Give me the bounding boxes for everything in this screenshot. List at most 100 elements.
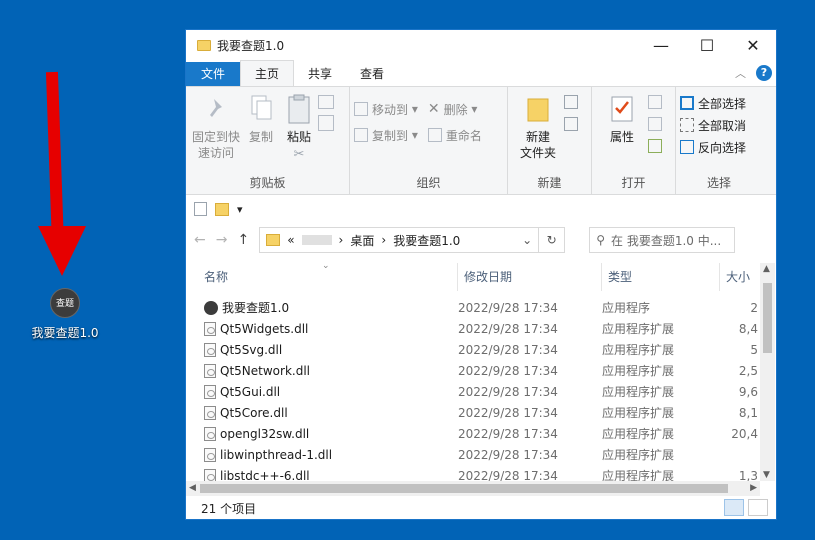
move-to-label: 移动到 bbox=[372, 102, 409, 117]
search-placeholder: 在 我要查题1.0 中... bbox=[611, 233, 722, 248]
horizontal-scrollbar[interactable]: ◀ ▶ bbox=[186, 481, 760, 496]
properties-qat-icon[interactable] bbox=[194, 202, 207, 216]
collapse-ribbon-icon[interactable]: ︿ bbox=[735, 65, 746, 81]
invert-selection-label: 反向选择 bbox=[698, 140, 747, 155]
file-row[interactable]: Qt5Svg.dll 2022/9/28 17:34 应用程序扩展 5 bbox=[186, 339, 776, 360]
scroll-left-icon[interactable]: ◀ bbox=[189, 483, 196, 493]
file-type: 应用程序扩展 bbox=[602, 364, 675, 378]
item-count: 21 个项目 bbox=[201, 501, 257, 516]
details-view-button[interactable] bbox=[724, 499, 744, 516]
open-icon[interactable] bbox=[648, 95, 662, 109]
group-label-organize: 组织 bbox=[416, 176, 441, 190]
select-all-icon bbox=[680, 96, 694, 110]
file-name: Qt5Widgets.dll bbox=[220, 321, 309, 336]
scroll-up-icon[interactable]: ▲ bbox=[763, 264, 770, 274]
column-type[interactable]: 类型 bbox=[602, 263, 720, 291]
rename-button[interactable]: 重命名 bbox=[427, 125, 482, 145]
desktop-shortcut-icon[interactable]: 查题 我要查题1.0 bbox=[25, 288, 105, 341]
scroll-down-icon[interactable]: ▼ bbox=[763, 470, 770, 480]
move-to-icon bbox=[354, 102, 368, 116]
forward-arrow-icon[interactable]: → bbox=[216, 232, 228, 248]
file-row[interactable]: Qt5Core.dll 2022/9/28 17:34 应用程序扩展 8,1 bbox=[186, 402, 776, 423]
address-bar[interactable]: « › 桌面 › 我要查题1.0 ⌄ bbox=[259, 227, 540, 253]
file-row[interactable]: opengl32sw.dll 2022/9/28 17:34 应用程序扩展 20,4 bbox=[186, 423, 776, 444]
rename-icon bbox=[427, 128, 442, 142]
rename-label: 重命名 bbox=[445, 128, 482, 143]
tab-view[interactable]: 查看 bbox=[346, 62, 398, 86]
history-icon[interactable] bbox=[648, 139, 662, 153]
copy-to-button[interactable]: 复制到 ▾ bbox=[354, 125, 418, 145]
vertical-scroll-thumb[interactable] bbox=[763, 283, 772, 353]
chevron-down-icon[interactable]: ⌄ bbox=[522, 233, 532, 247]
cut-icon[interactable]: ✂ bbox=[294, 147, 305, 162]
file-date: 2022/9/28 17:34 bbox=[458, 321, 558, 336]
move-to-button[interactable]: 移动到 ▾ bbox=[354, 99, 418, 119]
group-label-open: 打开 bbox=[621, 176, 646, 190]
chevron-right-icon: › bbox=[381, 233, 387, 247]
dll-file-icon bbox=[204, 384, 216, 399]
select-all-button[interactable]: 全部选择 bbox=[680, 93, 746, 113]
copy-label: 复制 bbox=[248, 130, 273, 144]
delete-label: 删除 bbox=[443, 102, 468, 117]
help-icon[interactable]: ? bbox=[756, 65, 772, 81]
close-button[interactable]: ✕ bbox=[730, 30, 776, 61]
vertical-scrollbar[interactable]: ▲ ▼ bbox=[760, 263, 775, 481]
large-icons-view-button[interactable] bbox=[748, 499, 768, 516]
group-open: 属性 打开 bbox=[592, 87, 676, 194]
group-label-clipboard: 剪贴板 bbox=[249, 176, 286, 190]
file-row[interactable]: libwinpthread-1.dll 2022/9/28 17:34 应用程序扩展 bbox=[186, 444, 776, 465]
tab-file[interactable]: 文件 bbox=[186, 62, 241, 86]
file-type: 应用程序扩展 bbox=[602, 448, 675, 462]
search-icon: ⚲ bbox=[596, 233, 605, 247]
dll-file-icon bbox=[204, 321, 216, 336]
invert-selection-button[interactable]: 反向选择 bbox=[680, 137, 746, 157]
tab-share[interactable]: 共享 bbox=[294, 62, 346, 86]
tab-home[interactable]: 主页 bbox=[240, 60, 295, 86]
select-none-button[interactable]: 全部取消 bbox=[680, 115, 746, 135]
file-type: 应用程序扩展 bbox=[602, 427, 675, 441]
horizontal-scroll-thumb[interactable] bbox=[200, 484, 728, 493]
column-date[interactable]: 修改日期 bbox=[458, 263, 602, 291]
maximize-button[interactable]: ☐ bbox=[684, 30, 730, 61]
file-row[interactable]: 我要查题1.0 2022/9/28 17:34 应用程序 2 bbox=[186, 297, 776, 318]
file-row[interactable]: Qt5Widgets.dll 2022/9/28 17:34 应用程序扩展 8,4 bbox=[186, 318, 776, 339]
file-name: Qt5Core.dll bbox=[220, 405, 288, 420]
dll-file-icon bbox=[204, 363, 216, 378]
dll-file-icon bbox=[204, 342, 216, 357]
up-arrow-icon[interactable]: ↑ bbox=[237, 232, 249, 248]
group-clipboard: 固定到快 速访问 复制 粘贴 ✂ 剪贴板 bbox=[186, 87, 350, 194]
copy-path-icon[interactable] bbox=[318, 95, 334, 109]
dll-file-icon bbox=[204, 426, 216, 441]
scroll-right-icon[interactable]: ▶ bbox=[750, 483, 757, 493]
file-list: 名称 修改日期 类型 大小 ⌄ 我要查题1.0 2022/9/28 17:34 应用… bbox=[186, 263, 776, 496]
desktop-icon-label: 我要查题1.0 bbox=[31, 326, 99, 340]
file-date: 2022/9/28 17:34 bbox=[458, 384, 558, 399]
folder-icon bbox=[197, 40, 211, 51]
window-title: 我要查题1.0 bbox=[217, 39, 285, 53]
edit-icon[interactable] bbox=[648, 117, 662, 131]
back-arrow-icon[interactable]: ← bbox=[194, 232, 206, 248]
status-bar: 21 个项目 bbox=[186, 496, 776, 520]
title-bar[interactable]: 我要查题1.0 — ☐ ✕ bbox=[186, 30, 776, 61]
file-row[interactable]: Qt5Gui.dll 2022/9/28 17:34 应用程序扩展 9,6 bbox=[186, 381, 776, 402]
file-name-cell: Qt5Gui.dll bbox=[186, 384, 448, 399]
file-row[interactable]: Qt5Network.dll 2022/9/28 17:34 应用程序扩展 2,5 bbox=[186, 360, 776, 381]
customize-qat-icon[interactable]: ▾ bbox=[237, 203, 243, 216]
folder-qat-icon[interactable] bbox=[215, 202, 229, 216]
file-name: Qt5Gui.dll bbox=[220, 384, 281, 399]
refresh-button[interactable]: ↻ bbox=[539, 227, 566, 253]
breadcrumb-folder[interactable]: 我要查题1.0 bbox=[393, 232, 460, 249]
red-arrow-head bbox=[38, 226, 86, 276]
select-none-icon bbox=[680, 118, 694, 132]
breadcrumb-overflow[interactable]: « bbox=[287, 233, 294, 247]
file-name-cell: Qt5Core.dll bbox=[186, 405, 448, 420]
search-input[interactable]: ⚲ 在 我要查题1.0 中... bbox=[589, 227, 736, 253]
paste-shortcut-icon[interactable] bbox=[318, 115, 334, 131]
file-date: 2022/9/28 17:34 bbox=[458, 300, 558, 315]
delete-button[interactable]: ✕ 删除 ▾ bbox=[428, 99, 482, 119]
minimize-button[interactable]: — bbox=[638, 30, 684, 61]
file-date: 2022/9/28 17:34 bbox=[458, 405, 558, 420]
ribbon: 固定到快 速访问 复制 粘贴 ✂ 剪贴板 移动到 ▾ 复制到 ▾ ✕ 删除 ▾ … bbox=[186, 87, 776, 195]
breadcrumb-desktop[interactable]: 桌面 bbox=[350, 232, 374, 249]
column-size[interactable]: 大小 bbox=[720, 263, 760, 291]
